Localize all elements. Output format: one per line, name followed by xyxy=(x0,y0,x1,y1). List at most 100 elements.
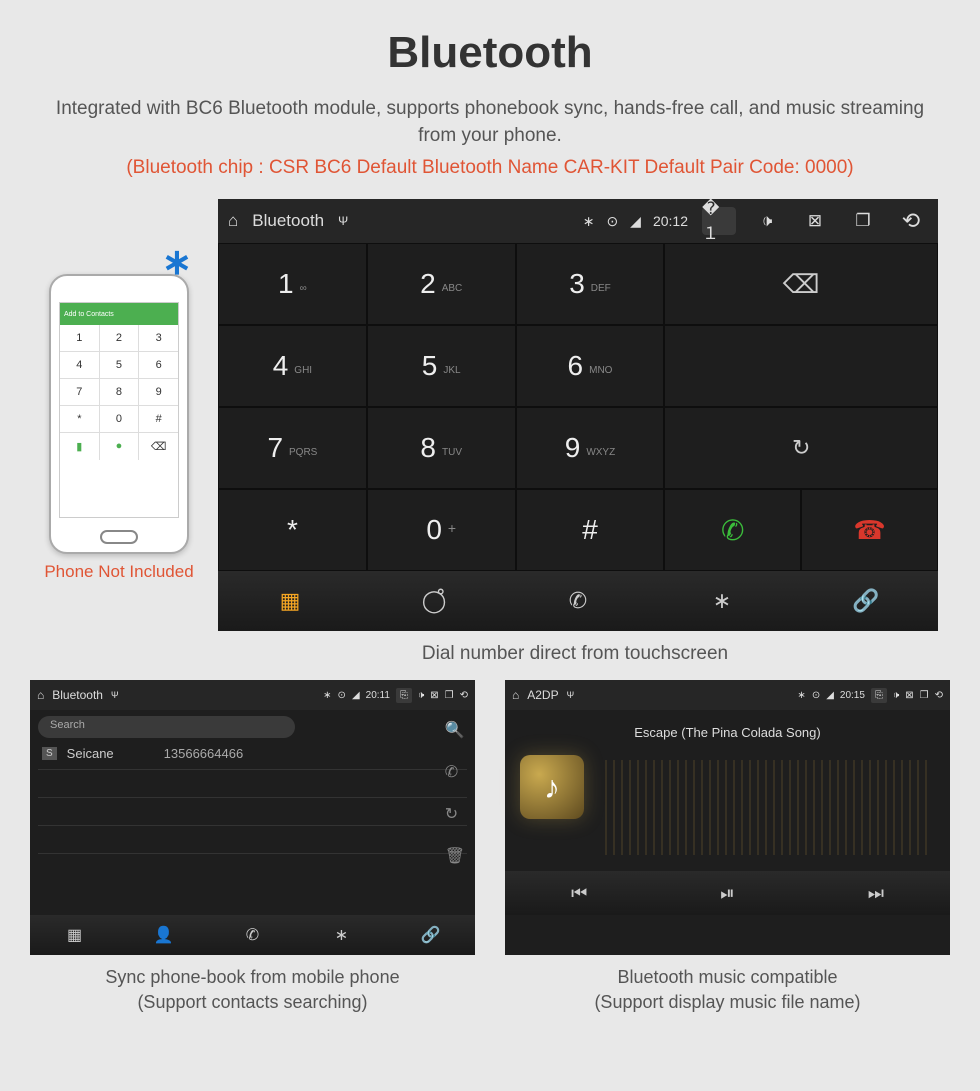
delete-icon[interactable]: 🗑 xyxy=(445,846,465,866)
phone-contacts-header: Add to Contacts xyxy=(60,303,178,325)
empty-row xyxy=(38,770,467,798)
wifi-icon: ◢ xyxy=(630,213,641,230)
home-icon[interactable]: ⌂ xyxy=(37,688,44,702)
close-button[interactable]: ⊠ xyxy=(430,690,438,701)
key-1[interactable]: 1∞ xyxy=(218,243,367,325)
nav-bluetooth[interactable]: ∗ xyxy=(650,571,794,631)
phone-screen: Add to Contacts 123 456 789 *0# ▮●⌫ xyxy=(59,302,179,518)
contacts-body: Search S Seicane 13566664466 🔍 ✆ ↻ 🗑 xyxy=(30,710,475,915)
phone-illustration: ∗ Add to Contacts 123 456 789 *0# ▮●⌫ Ph… xyxy=(30,199,208,582)
contact-number: 13566664466 xyxy=(164,746,244,761)
contacts-screen: ⌂ Bluetooth Ψ ∗ ⊙ ◢ 20:11 ⎘ 🕩 ⊠ ❐ ⟲ Sear… xyxy=(30,680,475,955)
spec-line: (Bluetooth chip : CSR BC6 Default Blueto… xyxy=(0,149,980,194)
home-icon[interactable]: ⌂ xyxy=(228,211,238,231)
redial-button[interactable]: ↻ xyxy=(664,407,938,489)
bluetooth-signal-icon: ∗ xyxy=(162,241,192,283)
wifi-icon: ◢ xyxy=(352,690,360,701)
nav-bluetooth[interactable]: ∗ xyxy=(297,915,386,955)
bottom-nav-contacts: ▦ 👤 ✆ ∗ 🔗 xyxy=(30,915,475,955)
prev-button[interactable]: ⏮ xyxy=(505,871,653,915)
usb-icon: Ψ xyxy=(338,214,348,228)
dialer-caption: Dial number direct from touchscreen xyxy=(170,631,980,675)
key-star[interactable]: * xyxy=(218,489,367,571)
phone-device: ∗ Add to Contacts 123 456 789 *0# ▮●⌫ xyxy=(49,274,189,554)
status-bar: ⌂ Bluetooth Ψ ∗ ⊙ ◢ 20:12 �１ 🕩 ⊠ ❐ ⟲ xyxy=(218,199,938,243)
key-0[interactable]: 0+ xyxy=(367,489,516,571)
back-button[interactable]: ⟲ xyxy=(460,690,468,701)
equalizer-visual xyxy=(605,760,930,855)
key-3[interactable]: 3DEF xyxy=(516,243,665,325)
nav-keypad[interactable]: ▦ xyxy=(218,571,362,631)
key-hash[interactable]: # xyxy=(516,489,665,571)
status-bar-contacts: ⌂ Bluetooth Ψ ∗ ⊙ ◢ 20:11 ⎘ 🕩 ⊠ ❐ ⟲ xyxy=(30,680,475,710)
usb-icon: Ψ xyxy=(567,690,575,700)
clock: 20:12 xyxy=(653,213,688,229)
sync-icon[interactable]: ↻ xyxy=(445,804,465,824)
key-5[interactable]: 5JKL xyxy=(367,325,516,407)
next-button[interactable]: ⏭ xyxy=(802,871,950,915)
close-button[interactable]: ⊠ xyxy=(798,207,832,235)
screenshot-button[interactable]: ⎘ xyxy=(871,688,887,703)
call-button[interactable]: ✆ xyxy=(664,489,801,571)
clock: 20:11 xyxy=(366,690,390,701)
key-4[interactable]: 4GHI xyxy=(218,325,367,407)
close-button[interactable]: ⊠ xyxy=(905,690,913,701)
contact-initial: S xyxy=(42,747,57,760)
contact-row[interactable]: S Seicane 13566664466 xyxy=(38,738,467,770)
call-icon[interactable]: ✆ xyxy=(445,762,465,782)
key-7[interactable]: 7PQRS xyxy=(218,407,367,489)
empty-cell xyxy=(664,325,938,407)
empty-row xyxy=(38,826,467,854)
status-title: A2DP xyxy=(527,688,558,702)
music-note-icon: ♪ xyxy=(520,755,584,819)
status-title: Bluetooth xyxy=(252,211,324,231)
key-9[interactable]: 9WXYZ xyxy=(516,407,665,489)
volume-button[interactable]: 🕩 xyxy=(750,207,784,235)
nav-contacts[interactable]: 👤 xyxy=(119,915,208,955)
volume-button[interactable]: 🕩 xyxy=(893,690,899,701)
nav-keypad[interactable]: ▦ xyxy=(30,915,119,955)
track-title: Escape (The Pina Colada Song) xyxy=(515,725,940,740)
recents-button[interactable]: ❐ xyxy=(920,690,929,701)
empty-row xyxy=(38,798,467,826)
key-2[interactable]: 2ABC xyxy=(367,243,516,325)
backspace-button[interactable]: ⌫ xyxy=(664,243,938,325)
nav-calllog[interactable]: ✆ xyxy=(208,915,297,955)
nav-contacts[interactable]: ◯̊ xyxy=(362,571,506,631)
keypad: 1∞ 2ABC 3DEF 4GHI 5JKL 6MNO 7PQRS 8TUV 9… xyxy=(218,243,664,571)
phone-home-button xyxy=(100,530,138,544)
search-input[interactable]: Search xyxy=(38,716,295,738)
hangup-button[interactable]: ☎ xyxy=(801,489,938,571)
back-button[interactable]: ⟲ xyxy=(935,690,943,701)
key-6[interactable]: 6MNO xyxy=(516,325,665,407)
wifi-icon: ◢ xyxy=(826,690,834,701)
nav-calllog[interactable]: ✆ xyxy=(506,571,650,631)
clock: 20:15 xyxy=(840,690,865,701)
play-pause-button[interactable]: ⏯ xyxy=(653,871,801,915)
recents-button[interactable]: ❐ xyxy=(445,690,454,701)
page-title: Bluetooth xyxy=(0,0,980,96)
side-action-icons: 🔍 ✆ ↻ 🗑 xyxy=(445,720,465,866)
volume-button[interactable]: 🕩 xyxy=(418,690,424,701)
key-8[interactable]: 8TUV xyxy=(367,407,516,489)
phone-caption: Phone Not Included xyxy=(30,562,208,582)
status-bar-music: ⌂ A2DP Ψ ∗ ⊙ ◢ 20:15 ⎘ 🕩 ⊠ ❐ ⟲ xyxy=(505,680,950,710)
status-title: Bluetooth xyxy=(52,688,103,702)
home-icon[interactable]: ⌂ xyxy=(512,688,519,702)
dialer-screen: ⌂ Bluetooth Ψ ∗ ⊙ ◢ 20:12 �１ 🕩 ⊠ ❐ ⟲ 1∞ … xyxy=(218,199,938,631)
recents-button[interactable]: ❐ xyxy=(846,207,880,235)
back-button[interactable]: ⟲ xyxy=(894,207,928,235)
bluetooth-icon: ∗ xyxy=(323,690,331,701)
nav-pair[interactable]: 🔗 xyxy=(794,571,938,631)
screenshot-button[interactable]: �１ xyxy=(702,207,736,235)
music-caption: Bluetooth music compatible (Support disp… xyxy=(505,965,950,1015)
nav-pair[interactable]: 🔗 xyxy=(386,915,475,955)
play-controls: ⏮ ⏯ ⏭ xyxy=(505,871,950,915)
contact-name: Seicane xyxy=(67,746,114,761)
bluetooth-icon: ∗ xyxy=(797,690,805,701)
screenshot-button[interactable]: ⎘ xyxy=(396,688,412,703)
usb-icon: Ψ xyxy=(111,690,119,700)
music-body: Escape (The Pina Colada Song) ♪ ⏮ ⏯ ⏭ xyxy=(505,710,950,915)
search-icon[interactable]: 🔍 xyxy=(445,720,465,740)
subtitle: Integrated with BC6 Bluetooth module, su… xyxy=(0,96,980,149)
